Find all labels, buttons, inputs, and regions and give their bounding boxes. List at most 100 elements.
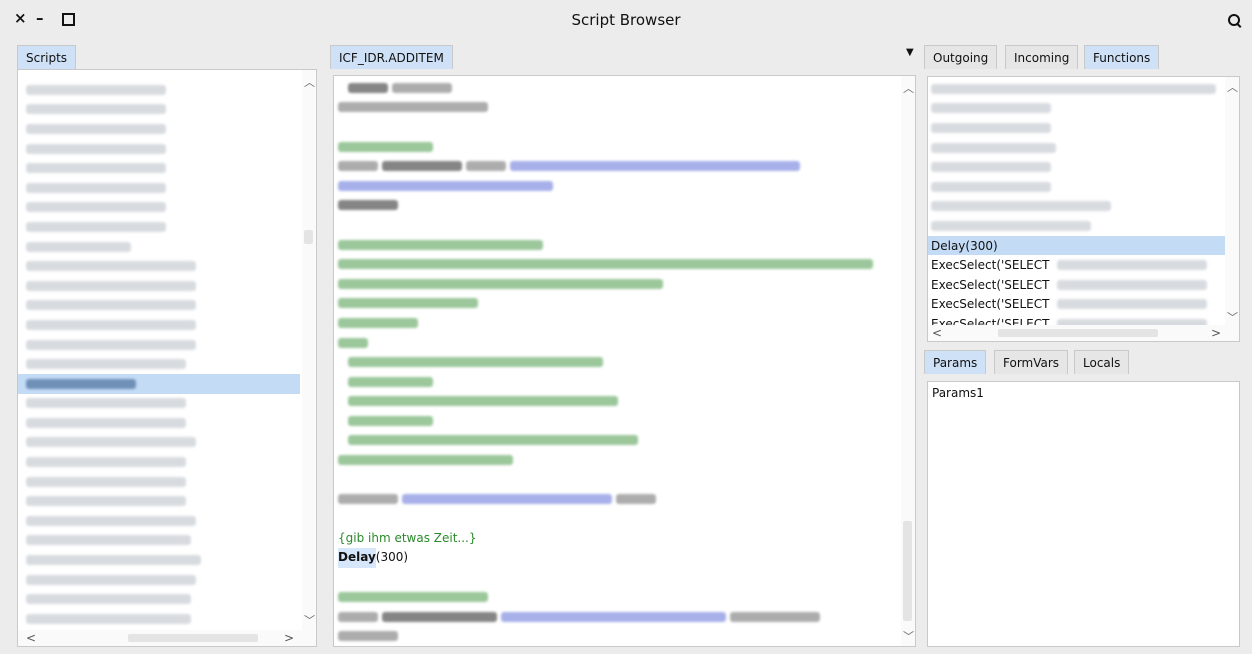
scripts-vscroll[interactable]: ︿ ﹀ bbox=[302, 70, 316, 630]
code-line bbox=[338, 294, 899, 314]
script-list-item[interactable] bbox=[18, 256, 300, 276]
functions-vscroll[interactable]: ︿ ﹀ bbox=[1225, 77, 1239, 325]
script-list-item[interactable] bbox=[18, 452, 300, 472]
function-list-item[interactable]: ExecSelect('SELECT bbox=[928, 255, 1225, 275]
function-item-label: ExecSelect('SELECT bbox=[931, 258, 1050, 273]
script-item-label bbox=[26, 202, 166, 213]
script-list-item[interactable] bbox=[18, 472, 300, 492]
params-value: Params1 bbox=[932, 386, 984, 400]
tab-editor[interactable]: ICF_IDR.ADDITEM bbox=[330, 45, 453, 69]
scroll-left-icon[interactable]: < bbox=[932, 326, 942, 340]
params-panel[interactable]: Params1 bbox=[927, 381, 1240, 647]
script-list-item[interactable] bbox=[18, 373, 300, 394]
script-list-item[interactable] bbox=[18, 276, 300, 296]
scroll-thumb[interactable] bbox=[903, 521, 912, 621]
code-line bbox=[338, 254, 899, 274]
function-item-args bbox=[1057, 299, 1208, 310]
script-list-item[interactable] bbox=[18, 511, 300, 531]
script-list-item[interactable] bbox=[18, 237, 300, 257]
function-item-label bbox=[931, 181, 1051, 192]
script-list-item[interactable] bbox=[18, 335, 300, 355]
script-list-item[interactable] bbox=[18, 609, 300, 629]
script-list-item[interactable] bbox=[18, 354, 300, 374]
script-item-label bbox=[26, 359, 186, 370]
code-line bbox=[338, 587, 899, 607]
scroll-up-icon[interactable]: ︿ bbox=[903, 80, 914, 96]
scroll-down-icon[interactable]: ﹀ bbox=[1227, 309, 1238, 325]
comment-line: {gib ihm etwas Zeit...} bbox=[338, 530, 477, 545]
script-list-item[interactable] bbox=[18, 198, 300, 218]
scripts-list[interactable]: ︿ ﹀ < > bbox=[17, 69, 317, 647]
function-list-item[interactable] bbox=[928, 157, 1225, 177]
script-item-label bbox=[26, 163, 166, 174]
function-list-item[interactable] bbox=[928, 197, 1225, 217]
scroll-thumb[interactable] bbox=[304, 230, 313, 244]
tab-outgoing[interactable]: Outgoing bbox=[924, 45, 998, 69]
function-item-label bbox=[931, 103, 1051, 114]
code-line bbox=[338, 489, 899, 509]
tab-locals[interactable]: Locals bbox=[1074, 350, 1130, 374]
tab-incoming[interactable]: Incoming bbox=[1005, 45, 1079, 69]
script-list-item[interactable] bbox=[18, 550, 300, 570]
script-list-item[interactable] bbox=[18, 315, 300, 335]
function-list-item[interactable] bbox=[928, 118, 1225, 138]
scroll-up-icon[interactable]: ︿ bbox=[304, 74, 315, 90]
scroll-down-icon[interactable]: ﹀ bbox=[304, 612, 315, 628]
hscroll-thumb[interactable] bbox=[998, 329, 1158, 337]
triangle-down-icon[interactable]: ▼ bbox=[906, 47, 914, 58]
script-list-item[interactable] bbox=[18, 100, 300, 120]
script-item-label bbox=[26, 319, 196, 330]
script-list-item[interactable] bbox=[18, 433, 300, 453]
script-list-item[interactable] bbox=[18, 394, 300, 414]
script-list-item[interactable] bbox=[18, 570, 300, 590]
editor-vscroll[interactable]: ︿ ﹀ bbox=[901, 76, 915, 646]
function-list-item[interactable]: ExecSelect('SELECT bbox=[928, 275, 1225, 295]
code-line bbox=[338, 176, 899, 196]
script-item-label bbox=[26, 476, 186, 487]
script-item-label bbox=[26, 84, 166, 95]
functions-hscroll[interactable]: < > bbox=[928, 325, 1239, 341]
script-list-item[interactable] bbox=[18, 158, 300, 178]
scroll-down-icon[interactable]: ﹀ bbox=[903, 628, 914, 644]
function-list-item[interactable] bbox=[928, 216, 1225, 236]
tab-formvars[interactable]: FormVars bbox=[994, 350, 1069, 374]
search-icon[interactable] bbox=[1228, 14, 1240, 26]
hscroll-thumb[interactable] bbox=[128, 634, 258, 642]
script-list-item[interactable] bbox=[18, 178, 300, 198]
tab-scripts[interactable]: Scripts bbox=[17, 45, 77, 69]
script-list-item[interactable] bbox=[18, 139, 300, 159]
function-list-item[interactable]: ExecSelect('SELECT bbox=[928, 295, 1225, 315]
tab-params[interactable]: Params bbox=[924, 350, 987, 374]
scroll-left-icon[interactable]: < bbox=[26, 631, 36, 645]
code-line bbox=[338, 431, 899, 451]
function-item-label: Delay(300) bbox=[931, 238, 998, 253]
tab-functions[interactable]: Functions bbox=[1084, 45, 1160, 69]
script-list-item[interactable] bbox=[18, 80, 300, 100]
script-item-label bbox=[26, 143, 166, 154]
script-list-item[interactable] bbox=[18, 531, 300, 551]
scroll-right-icon[interactable]: > bbox=[1211, 326, 1221, 340]
code-line bbox=[338, 98, 899, 118]
script-list-item[interactable] bbox=[18, 217, 300, 237]
function-list-item[interactable] bbox=[928, 99, 1225, 119]
scroll-up-icon[interactable]: ︿ bbox=[1227, 79, 1238, 95]
function-list-item[interactable]: Delay(300) bbox=[928, 235, 1225, 256]
code-editor[interactable]: {gib ihm etwas Zeit...} Delay(300) retur… bbox=[333, 75, 916, 647]
script-list-item[interactable] bbox=[18, 119, 300, 139]
script-item-label bbox=[26, 339, 196, 350]
scroll-right-icon[interactable]: > bbox=[284, 631, 294, 645]
function-list-item[interactable] bbox=[928, 138, 1225, 158]
code-line bbox=[338, 196, 899, 216]
function-list-item[interactable] bbox=[928, 79, 1225, 99]
script-list-item[interactable] bbox=[18, 413, 300, 433]
script-list-item[interactable] bbox=[18, 296, 300, 316]
functions-list[interactable]: Delay(300) ExecSelect('SELECT ExecSelect('… bbox=[927, 76, 1240, 342]
function-list-item[interactable] bbox=[928, 177, 1225, 197]
script-list-item[interactable] bbox=[18, 589, 300, 609]
script-list-item[interactable] bbox=[18, 491, 300, 511]
scripts-hscroll[interactable]: < > bbox=[18, 630, 316, 646]
